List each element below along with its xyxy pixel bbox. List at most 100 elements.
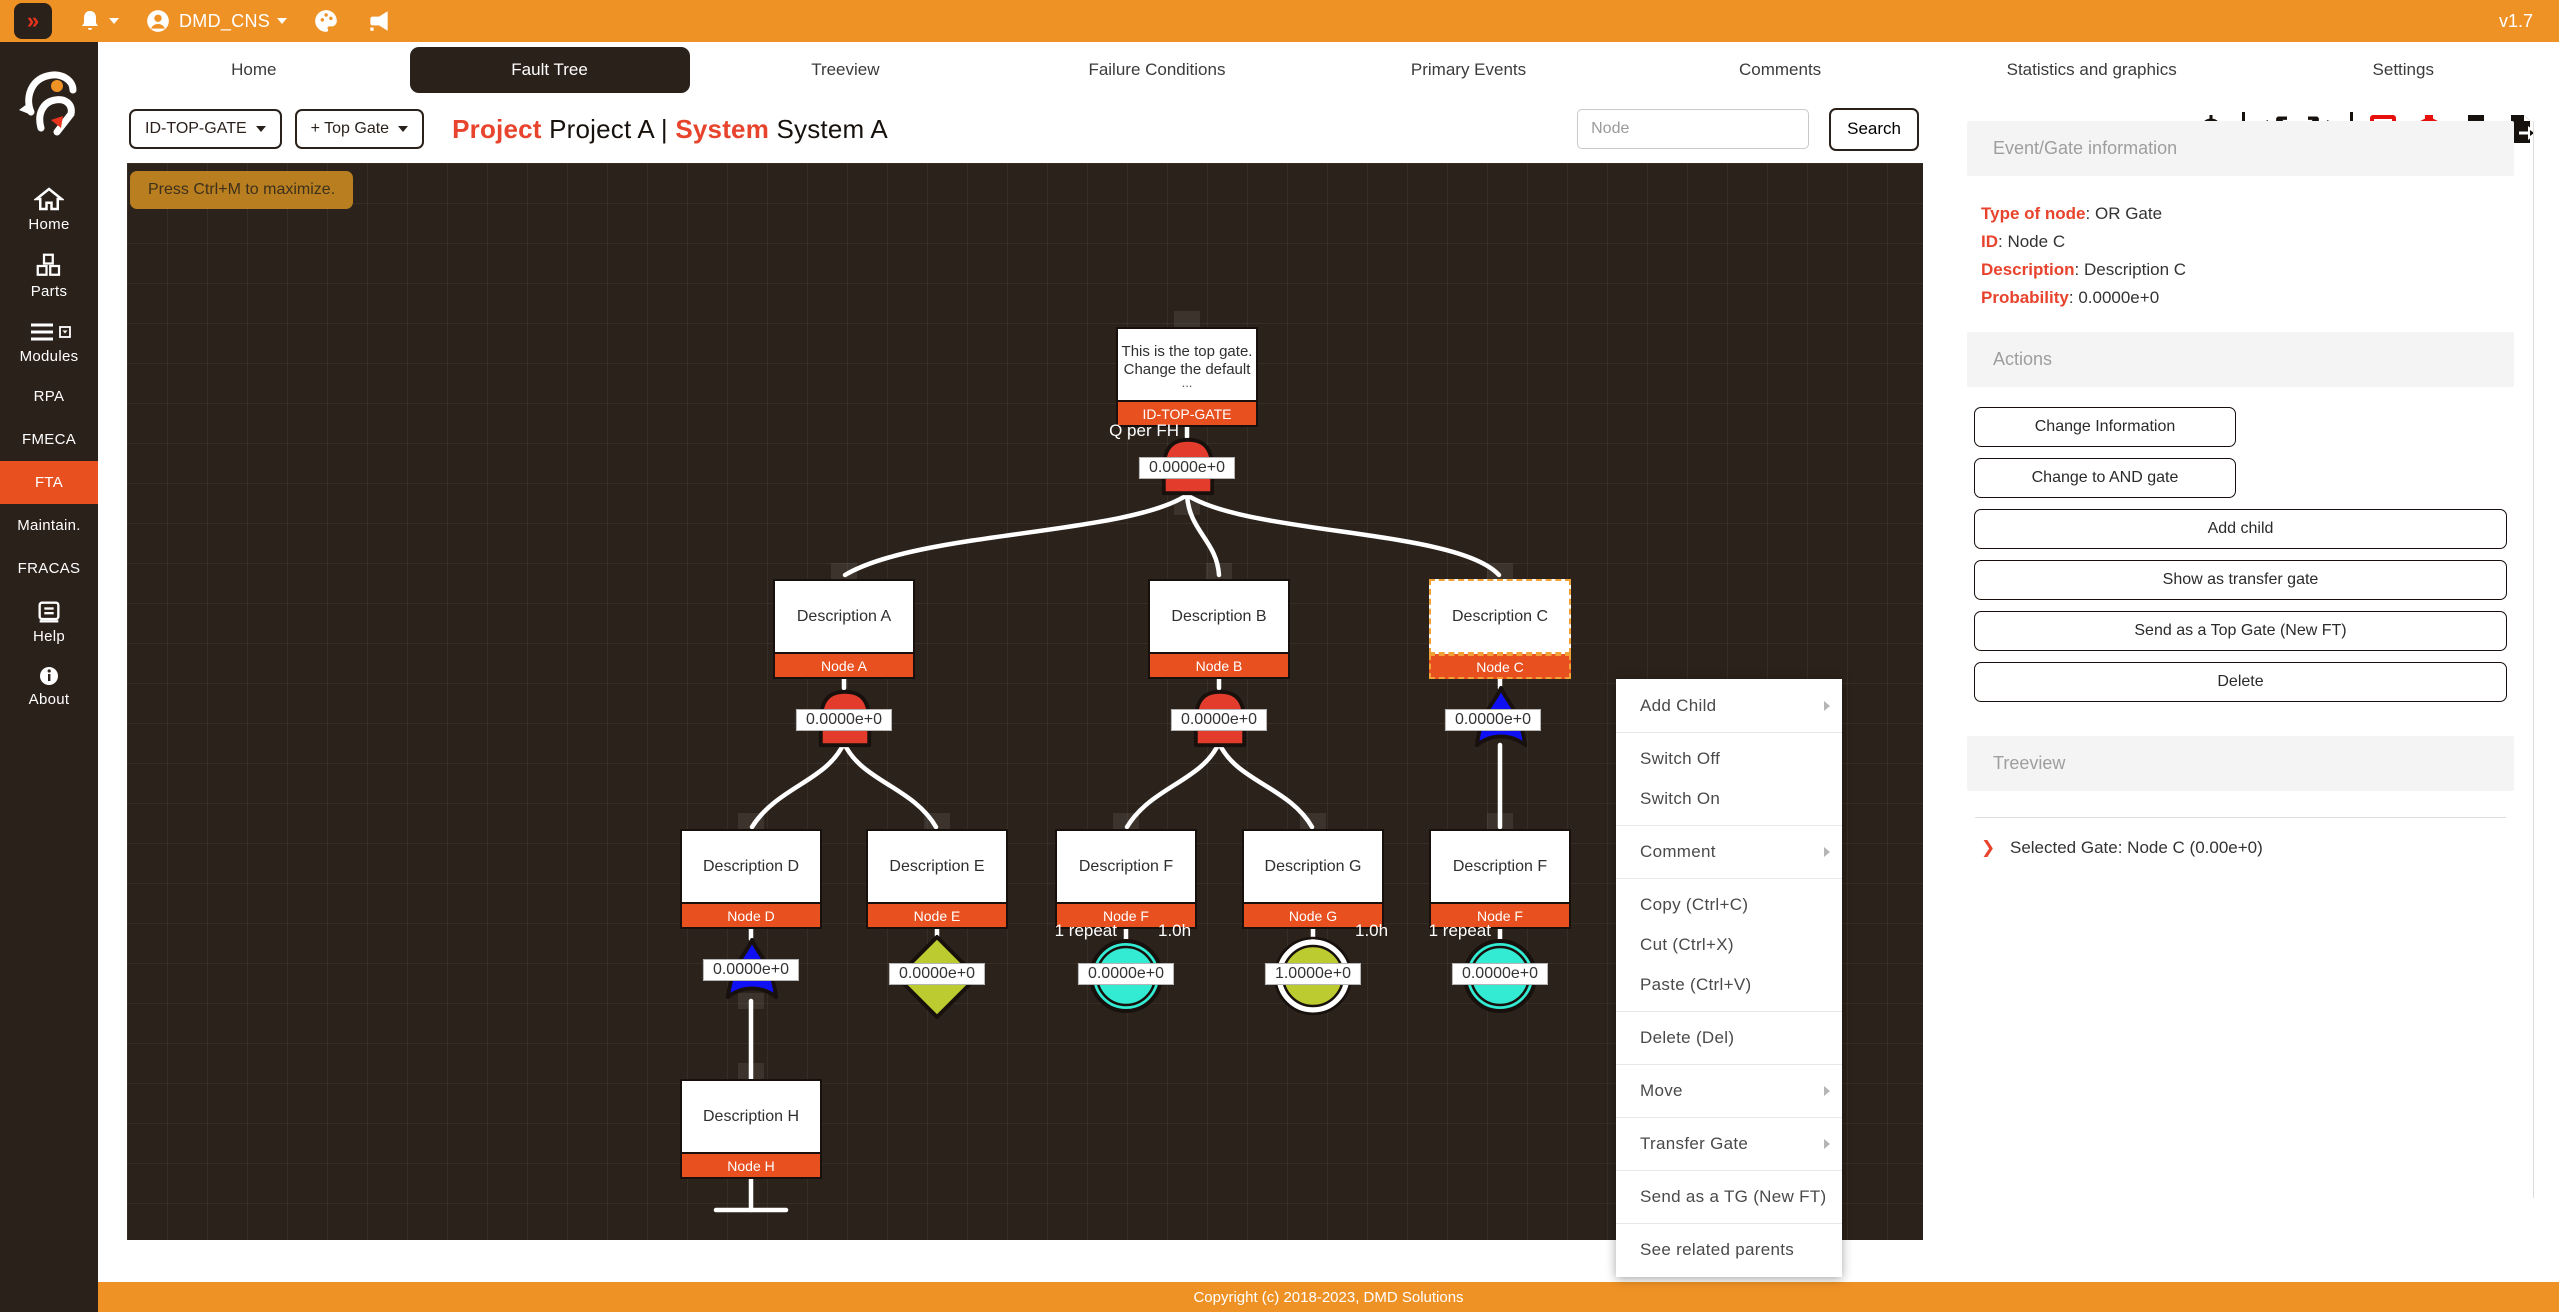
- sidebar-collapse-button[interactable]: »: [14, 3, 52, 39]
- submenu-arrow-icon: [1824, 1086, 1830, 1096]
- sidebar-item-maintain[interactable]: Maintain.: [0, 504, 98, 547]
- modules-menu-icon: [27, 320, 71, 344]
- actions-section-header: Actions: [1967, 332, 2514, 387]
- menu-separator: [1616, 732, 1842, 733]
- tree-node-f-repeat[interactable]: Description F Node F: [1429, 829, 1571, 929]
- hours-label: 1.0h: [1158, 921, 1191, 941]
- search-button[interactable]: Search: [1829, 108, 1919, 151]
- repeat-label: 1 repeat: [1429, 921, 1491, 941]
- hours-label: 1.0h: [1355, 921, 1388, 941]
- show-as-transfer-gate-button[interactable]: Show as transfer gate: [1974, 560, 2507, 600]
- delete-button[interactable]: Delete: [1974, 662, 2507, 702]
- cubes-icon: [34, 253, 64, 279]
- menu-item-add-child[interactable]: Add Child: [1616, 686, 1842, 726]
- sidebar-item-fracas[interactable]: FRACAS: [0, 547, 98, 590]
- menu-item-move[interactable]: Move: [1616, 1071, 1842, 1111]
- node-description: Description C: [1429, 579, 1571, 654]
- rate-label: Q per FH: [1109, 421, 1179, 441]
- sidebar-item-parts[interactable]: Parts: [0, 243, 98, 310]
- event-probability: 1.0000e+0: [1265, 963, 1361, 985]
- panel-scroll-divider: [2533, 121, 2534, 1198]
- tree-node-f[interactable]: Description F Node F: [1055, 829, 1197, 929]
- tab-treeview[interactable]: Treeview: [690, 50, 1002, 90]
- add-child-button[interactable]: Add child: [1974, 509, 2507, 549]
- change-to-and-gate-button[interactable]: Change to AND gate: [1974, 458, 2236, 498]
- tab-fault-tree[interactable]: Fault Tree: [410, 47, 690, 93]
- connector-stub: [1487, 813, 1513, 829]
- sidebar-item-fta[interactable]: FTA: [0, 461, 98, 504]
- sidebar-item-fmeca[interactable]: FMECA: [0, 418, 98, 461]
- menu-item-switch-on[interactable]: Switch On: [1616, 779, 1842, 819]
- node-description: Description F: [1429, 829, 1571, 904]
- node-id: Node H: [680, 1154, 822, 1179]
- node-info-fields: Type of node: OR Gate ID: Node C Descrip…: [1967, 176, 2514, 332]
- menu-item-paste[interactable]: Paste (Ctrl+V): [1616, 965, 1842, 1005]
- node-search-input[interactable]: [1577, 109, 1809, 149]
- tab-settings[interactable]: Settings: [2247, 50, 2559, 90]
- theme-button[interactable]: [313, 8, 339, 34]
- chevron-down-icon: [256, 126, 266, 132]
- top-bar: » DMD_CNS v1.7: [0, 0, 2559, 42]
- tab-failure-conditions[interactable]: Failure Conditions: [1001, 50, 1313, 90]
- tree-node-b[interactable]: Description B Node B: [1148, 579, 1290, 679]
- send-as-top-gate-button[interactable]: Send as a Top Gate (New FT): [1974, 611, 2507, 651]
- connector-stub: [1174, 311, 1200, 327]
- menu-item-delete[interactable]: Delete (Del): [1616, 1018, 1842, 1058]
- gate-probability: 0.0000e+0: [1139, 457, 1235, 479]
- action-buttons: Change Information Change to AND gate Ad…: [1967, 387, 2514, 722]
- menu-item-cut[interactable]: Cut (Ctrl+X): [1616, 925, 1842, 965]
- menu-item-send-as-tg[interactable]: Send as a TG (New FT): [1616, 1177, 1842, 1217]
- app-logo-icon: [17, 64, 81, 136]
- app-version: v1.7: [2499, 11, 2533, 32]
- node-description: Description H: [680, 1079, 822, 1154]
- gate-select-dropdown[interactable]: ID-TOP-GATE: [129, 109, 282, 149]
- info-icon: [38, 665, 60, 687]
- menu-item-copy[interactable]: Copy (Ctrl+C): [1616, 885, 1842, 925]
- connector-stub: [1300, 813, 1326, 829]
- tree-node-c-selected[interactable]: Description C Node C: [1429, 579, 1571, 679]
- tree-node-top-gate[interactable]: This is the top gate. Change the default…: [1116, 327, 1258, 427]
- megaphone-icon: [365, 8, 393, 34]
- sidebar-item-help[interactable]: Help: [0, 590, 98, 655]
- connector-stub: [1113, 813, 1139, 829]
- home-icon: [34, 186, 64, 212]
- tab-statistics[interactable]: Statistics and graphics: [1936, 50, 2248, 90]
- notifications-menu[interactable]: [78, 9, 119, 33]
- menu-separator: [1616, 1117, 1842, 1118]
- sidebar-item-home[interactable]: Home: [0, 176, 98, 243]
- change-information-button[interactable]: Change Information: [1974, 407, 2236, 447]
- connector-stub: [924, 813, 950, 829]
- submenu-arrow-icon: [1824, 847, 1830, 857]
- add-top-gate-dropdown[interactable]: + Top Gate: [295, 109, 424, 149]
- treeview-selected-gate[interactable]: ❯ Selected Gate: Node C (0.00e+0): [1967, 818, 2514, 878]
- sidebar: Home Parts Modules RPA FMECA FTA Maintai…: [0, 42, 98, 1312]
- menu-item-comment[interactable]: Comment: [1616, 832, 1842, 872]
- announcements-button[interactable]: [365, 8, 393, 34]
- menu-item-switch-off[interactable]: Switch Off: [1616, 739, 1842, 779]
- tab-primary-events[interactable]: Primary Events: [1313, 50, 1625, 90]
- tree-node-d[interactable]: Description D Node D: [680, 829, 822, 929]
- sidebar-item-rpa[interactable]: RPA: [0, 375, 98, 418]
- user-menu[interactable]: DMD_CNS: [145, 8, 287, 34]
- tree-node-a[interactable]: Description A Node A: [773, 579, 915, 679]
- footer: Copyright (c) 2018-2023, DMD Solutions: [98, 1282, 2559, 1312]
- treeview-section-header: Treeview: [1967, 736, 2514, 791]
- menu-item-transfer-gate[interactable]: Transfer Gate: [1616, 1124, 1842, 1164]
- tree-node-e[interactable]: Description E Node E: [866, 829, 1008, 929]
- menu-separator: [1616, 1011, 1842, 1012]
- connector-stub: [738, 813, 764, 829]
- connector-stub: [1487, 563, 1513, 579]
- node-description: Description F: [1055, 829, 1197, 904]
- expand-chevron-icon[interactable]: ❯: [1981, 838, 1995, 857]
- sidebar-item-modules[interactable]: Modules: [0, 310, 98, 375]
- node-description: Description G: [1242, 829, 1384, 904]
- tree-node-g[interactable]: Description G Node G: [1242, 829, 1384, 929]
- tree-node-h[interactable]: Description H Node H: [680, 1079, 822, 1179]
- node-id: Node B: [1148, 654, 1290, 679]
- tab-comments[interactable]: Comments: [1624, 50, 1936, 90]
- menu-item-see-related-parents[interactable]: See related parents: [1616, 1230, 1842, 1270]
- sidebar-item-about[interactable]: About: [0, 655, 98, 718]
- repeat-label: 1 repeat: [1055, 921, 1117, 941]
- collapse-chevrons-icon: »: [27, 8, 39, 34]
- tab-home[interactable]: Home: [98, 50, 410, 90]
